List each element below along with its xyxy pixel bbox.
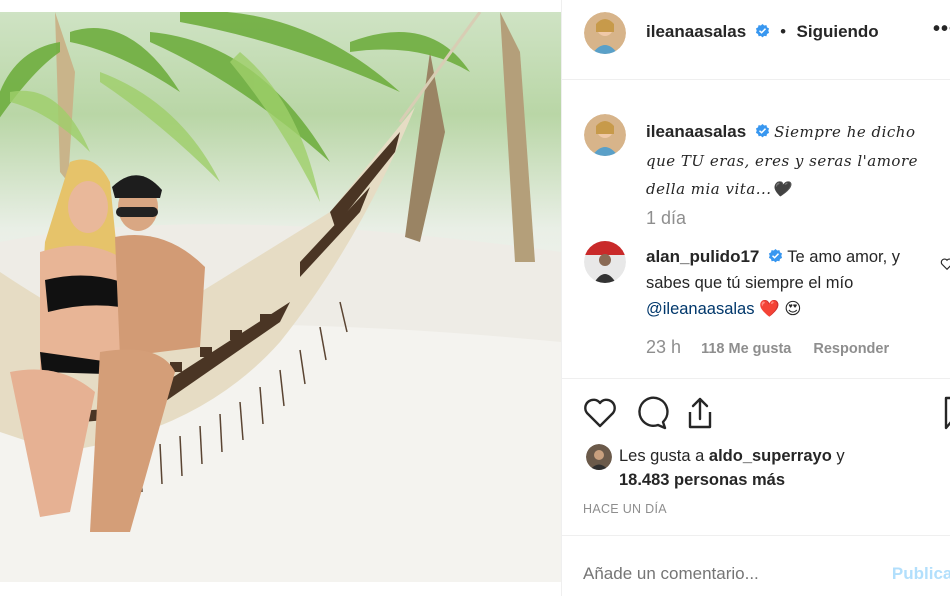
comment-input[interactable] (583, 564, 883, 584)
comment-time[interactable]: 23 h (646, 337, 681, 357)
caption-time[interactable]: 1 día (646, 208, 686, 229)
liker-username[interactable]: aldo_superrayo (709, 447, 832, 465)
verified-badge-icon (755, 124, 769, 138)
post-header: ileanaasalas • Siguiendo ••• (562, 0, 950, 80)
comment-bubble-icon[interactable] (633, 395, 669, 431)
post-photo[interactable] (0, 12, 561, 582)
comment-meta: 23 h 118 Me gusta Responder (646, 337, 889, 358)
like-comment-heart-icon[interactable] (940, 257, 950, 271)
post-caption: ileanaasalas Siempre he dicho que TU era… (646, 118, 950, 203)
actions-divider (562, 378, 950, 379)
more-options-icon[interactable]: ••• (933, 18, 950, 41)
avatar[interactable] (584, 12, 626, 54)
bookmark-icon[interactable] (944, 396, 950, 430)
post-photo-frame (0, 0, 561, 596)
header-separator: • (780, 22, 787, 41)
comment-avatar[interactable] (584, 241, 626, 283)
comment-composer: Publicar (562, 535, 950, 596)
post-side-panel: ileanaasalas • Siguiendo ••• ileanaasala… (561, 0, 950, 596)
publish-button[interactable]: Publicar (892, 564, 950, 584)
likes-summary: Les gusta a aldo_superrayo y 18.483 pers… (619, 444, 845, 492)
share-icon[interactable] (682, 395, 718, 431)
like-heart-icon[interactable] (582, 395, 618, 431)
caption-text-line2: que TU eras, eres y seras l'amore (646, 152, 918, 170)
comment-text-line1: Te amo amor, y (787, 248, 901, 266)
verified-badge-icon (768, 249, 783, 263)
likes-count[interactable]: 18.483 personas más (619, 471, 785, 489)
comment-likes[interactable]: 118 Me gusta (701, 341, 791, 357)
comment-emojis: ❤️ 😍 (759, 300, 802, 318)
likes-conj: y (836, 447, 845, 465)
comment-mention-link[interactable]: @ileanaasalas (646, 300, 754, 318)
comment: alan_pulido17 Te amo amor, y sabes que t… (646, 244, 950, 322)
reply-button[interactable]: Responder (813, 341, 889, 357)
post-timestamp[interactable]: HACE UN DÍA (583, 502, 667, 516)
beach-hammock-scene (0, 12, 561, 582)
verified-badge-icon (755, 24, 769, 38)
likes-prefix: Les gusta a (619, 447, 705, 465)
caption-username[interactable]: ileanaasalas (646, 122, 746, 141)
liker-avatar[interactable] (586, 444, 612, 470)
caption-text-line3: della mia vita...🖤 (646, 180, 791, 198)
follow-status-button[interactable]: Siguiendo (797, 22, 879, 41)
caption-avatar[interactable] (584, 114, 626, 156)
header-username[interactable]: ileanaasalas (646, 22, 746, 41)
caption-text-line1: Siempre he dicho (774, 123, 916, 141)
comment-username[interactable]: alan_pulido17 (646, 247, 759, 266)
comment-text-line2: sabes que tú siempre el mío (646, 274, 854, 292)
